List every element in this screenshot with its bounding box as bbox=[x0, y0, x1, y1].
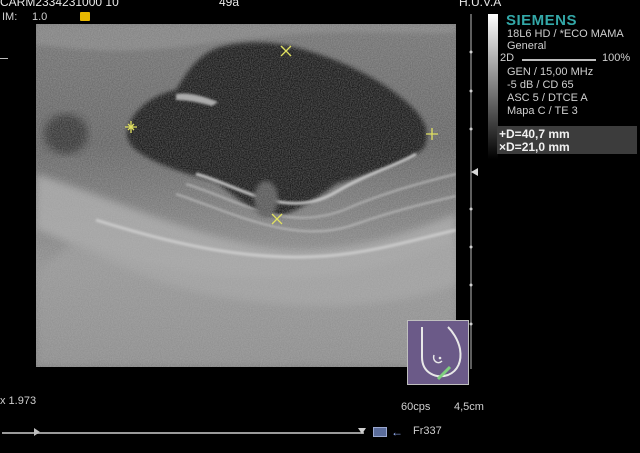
left-marker bbox=[0, 58, 8, 59]
measurement-row-2: ×D=21,0 mm bbox=[499, 140, 570, 154]
hospital-name: H.U.V.A bbox=[459, 0, 502, 9]
depth-scale bbox=[466, 14, 478, 369]
depth-value: 4,5cm bbox=[454, 401, 484, 413]
back-arrow-icon[interactable]: ← bbox=[391, 425, 403, 439]
breast-pictogram-icon bbox=[421, 326, 462, 381]
clip-icon bbox=[80, 12, 90, 21]
cine-end-marker[interactable] bbox=[358, 428, 366, 434]
frequency-info: GEN / 15,00 MHz bbox=[507, 66, 594, 78]
cine-timeline[interactable] bbox=[2, 432, 364, 434]
preset-info: General bbox=[507, 40, 547, 52]
patient-id: CARM2334231000 10 bbox=[0, 0, 119, 9]
caliper-plus-icon: + bbox=[499, 127, 507, 141]
patient-age: 49a bbox=[219, 0, 240, 9]
frame-rate: 60cps bbox=[401, 401, 431, 413]
im-label: IM: bbox=[2, 11, 18, 23]
asc-info: ASC 5 / DTCE A bbox=[507, 92, 588, 104]
body-marker[interactable] bbox=[407, 320, 469, 385]
cine-play-button[interactable] bbox=[373, 427, 387, 437]
ultrasound-image[interactable] bbox=[36, 24, 456, 367]
zoom-factor: x 1.973 bbox=[0, 395, 37, 407]
mode-label: 2D bbox=[500, 52, 515, 64]
measurement-value-1: D=40,7 mm bbox=[506, 127, 570, 141]
power-value: 100% bbox=[602, 52, 631, 64]
im-value: 1.0 bbox=[32, 11, 48, 23]
measurement-value-2: D=21,0 mm bbox=[506, 140, 570, 154]
measurement-row-1: +D=40,7 mm bbox=[499, 127, 570, 141]
measurement-panel[interactable]: +D=40,7 mm ×D=21,0 mm bbox=[497, 126, 637, 154]
depth-scale-ticks bbox=[469, 14, 478, 369]
gain-info: -5 dB / CD 65 bbox=[507, 79, 574, 91]
frame-counter: Fr337 bbox=[413, 425, 442, 437]
map-info: Mapa C / TE 3 bbox=[507, 105, 578, 117]
power-line bbox=[522, 59, 596, 61]
cine-start-marker[interactable] bbox=[34, 428, 40, 436]
ultrasound-scan bbox=[36, 24, 456, 367]
brand-logo: SIEMENS bbox=[506, 12, 578, 29]
focus-marker bbox=[471, 168, 478, 176]
caliper-cross-icon: × bbox=[499, 140, 507, 154]
transducer-info: 18L6 HD / *ECO MAMA bbox=[507, 28, 624, 40]
